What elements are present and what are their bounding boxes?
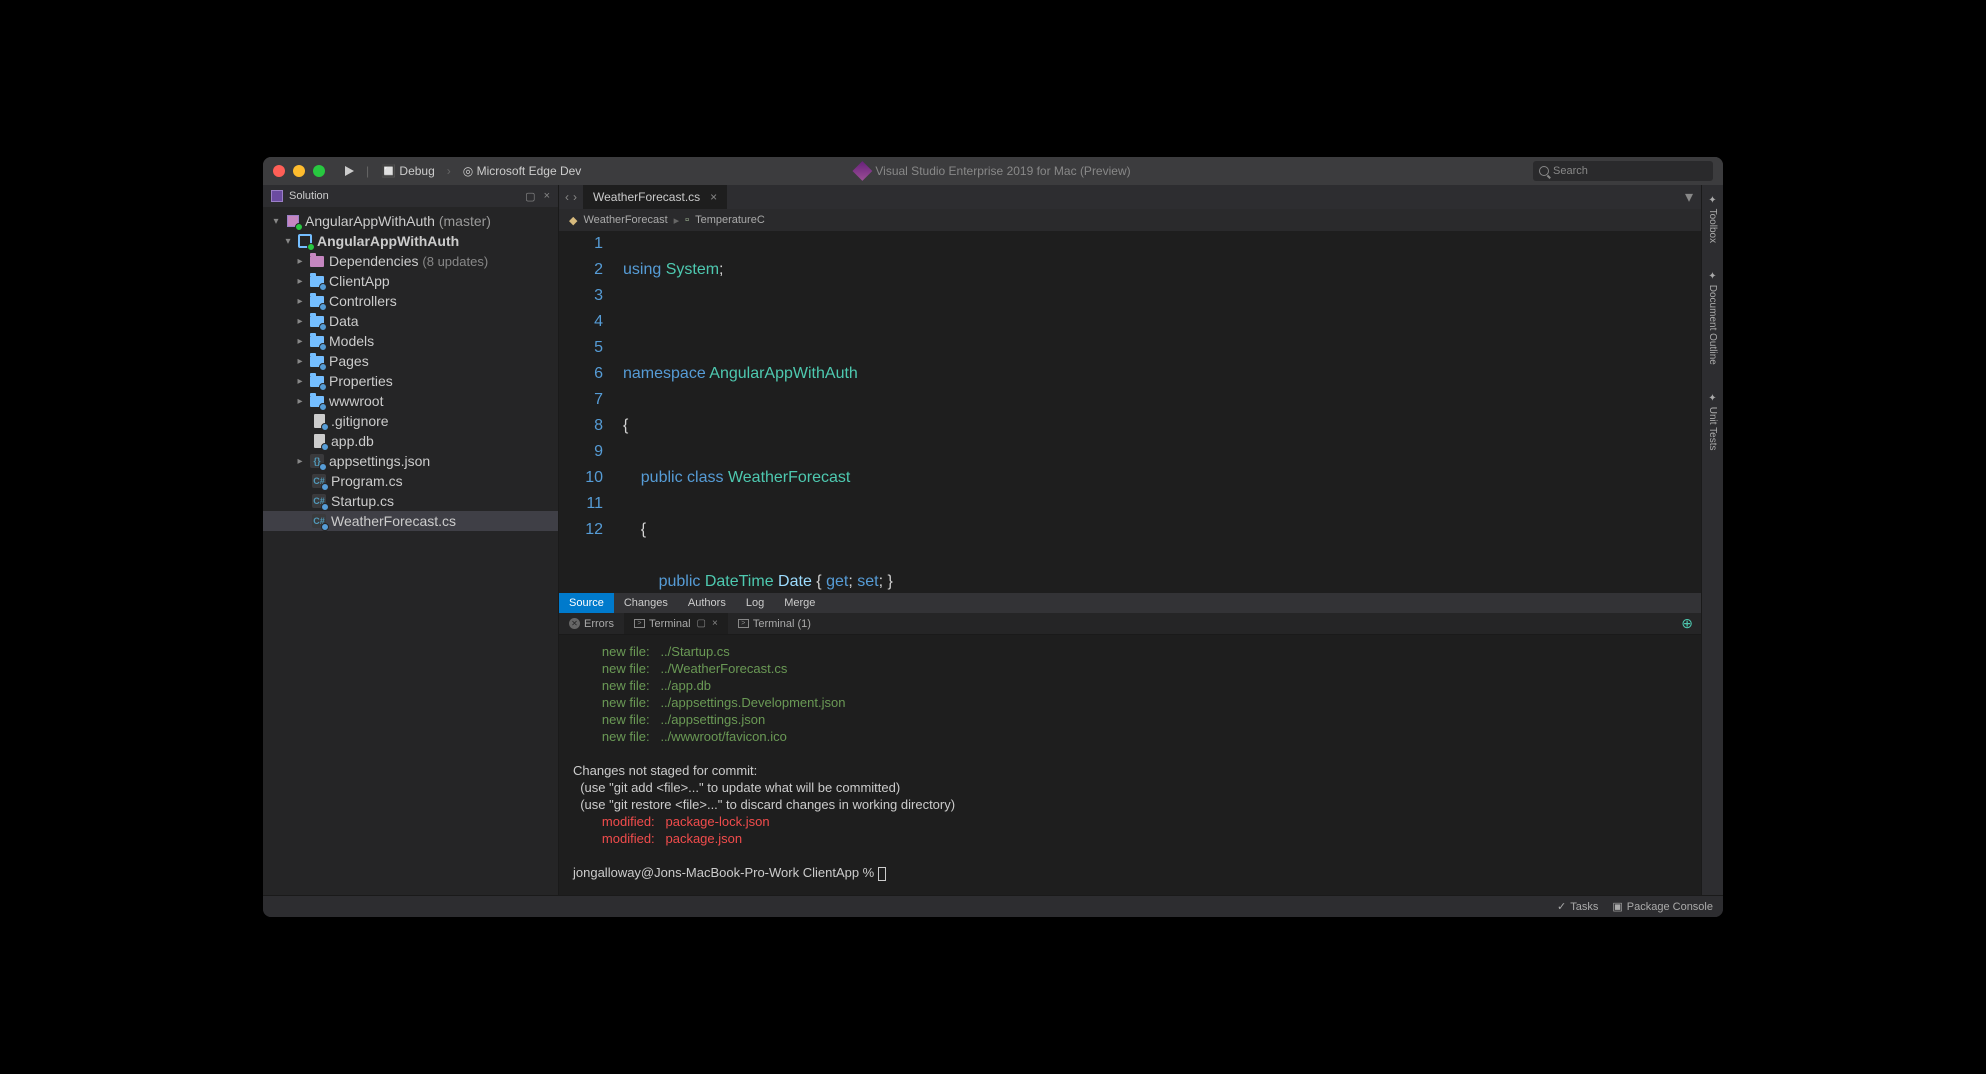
file-gitignore[interactable]: .gitignore	[263, 411, 558, 431]
code-editor[interactable]: 123456789101112 using System; namespace …	[559, 231, 1701, 593]
folder-models[interactable]: ▸Models	[263, 331, 558, 351]
terminal-icon: >	[738, 619, 749, 628]
folder-clientapp[interactable]: ▸ClientApp	[263, 271, 558, 291]
close-window-button[interactable]	[273, 165, 285, 177]
side-tab-unit-tests[interactable]: ✦ Unit Tests	[1705, 389, 1720, 455]
file-appsettings[interactable]: ▸ {} appsettings.json	[263, 451, 558, 471]
solution-tree: ▾ AngularAppWithAuth (master) ▾ AngularA…	[263, 207, 558, 895]
blame-tab-merge[interactable]: Merge	[774, 593, 825, 613]
folder-data[interactable]: ▸Data	[263, 311, 558, 331]
file-appdb[interactable]: app.db	[263, 431, 558, 451]
folder-properties[interactable]: ▸Properties	[263, 371, 558, 391]
dependencies-node[interactable]: ▸ Dependencies (8 updates)	[263, 251, 558, 271]
side-tab-toolbox[interactable]: ✦ Toolbox	[1705, 191, 1720, 247]
file-program[interactable]: C# Program.cs	[263, 471, 558, 491]
folder-pages[interactable]: ▸Pages	[263, 351, 558, 371]
solution-header: Solution ▢ ×	[263, 185, 558, 207]
solution-explorer: Solution ▢ × ▾ AngularAppWithAuth (maste…	[263, 185, 559, 895]
side-tab-document-outline[interactable]: ✦ Document Outline	[1705, 267, 1720, 369]
search-icon	[1539, 166, 1549, 176]
panel-tab-errors[interactable]: ✕ Errors	[559, 613, 624, 634]
window-title: Visual Studio Enterprise 2019 for Mac (P…	[855, 164, 1130, 178]
blame-bar: SourceChangesAuthorsLogMerge	[559, 593, 1701, 613]
project-node[interactable]: ▾ AngularAppWithAuth	[263, 231, 558, 251]
blame-tab-log[interactable]: Log	[736, 593, 774, 613]
editor-tab-weatherforecast[interactable]: WeatherForecast.cs	[583, 185, 728, 209]
right-tool-strip: ✦ Toolbox ✦ Document Outline ✦ Unit Tests	[1701, 185, 1723, 895]
solution-node[interactable]: ▾ AngularAppWithAuth (master)	[263, 211, 558, 231]
line-gutter: 123456789101112	[559, 231, 619, 593]
nav-back-icon[interactable]: ‹	[565, 190, 569, 204]
search-input[interactable]: Search	[1533, 161, 1713, 181]
file-startup[interactable]: C# Startup.cs	[263, 491, 558, 511]
bottom-panel-tabs: ✕ Errors > Terminal ▢ × > Terminal (1) ⊕	[559, 613, 1701, 635]
statusbar: ✓Tasks ▣Package Console	[263, 895, 1723, 917]
solution-icon	[271, 190, 283, 202]
breadcrumb[interactable]: ◆WeatherForecast ▸ ▫TemperatureC	[559, 209, 1701, 231]
panel-dock-icon[interactable]: ▢	[697, 618, 706, 629]
toolbar-controls: | 🔲 Debug › ◎ Microsoft Edge Dev	[345, 164, 581, 178]
window-controls	[273, 165, 325, 177]
editor-tab-strip: ‹ › WeatherForecast.cs ▾	[559, 185, 1701, 209]
add-terminal-button[interactable]: ⊕	[1681, 615, 1693, 632]
run-button[interactable]	[345, 166, 354, 176]
nav-forward-icon[interactable]: ›	[573, 190, 577, 204]
terminal-icon: >	[634, 619, 645, 628]
panel-dock-icon[interactable]: ▢	[525, 190, 535, 203]
terminal-output[interactable]: new file: ../Startup.cs new file: ../Wea…	[559, 635, 1701, 895]
folder-controllers[interactable]: ▸Controllers	[263, 291, 558, 311]
maximize-window-button[interactable]	[313, 165, 325, 177]
blame-tab-source[interactable]: Source	[559, 593, 614, 613]
blame-tab-authors[interactable]: Authors	[678, 593, 736, 613]
panel-tab-terminal-2[interactable]: > Terminal (1)	[728, 613, 821, 634]
tab-overflow-icon[interactable]: ▾	[1685, 187, 1693, 207]
editor-area: ‹ › WeatherForecast.cs ▾ ◆WeatherForecas…	[559, 185, 1701, 895]
panel-close-icon[interactable]: ×	[544, 190, 550, 203]
config-label[interactable]: 🔲 Debug	[381, 164, 435, 178]
panel-tab-terminal[interactable]: > Terminal ▢ ×	[624, 613, 728, 634]
error-icon: ✕	[569, 618, 580, 629]
file-weatherforecast[interactable]: C# WeatherForecast.cs	[263, 511, 558, 531]
folder-wwwroot[interactable]: ▸wwwroot	[263, 391, 558, 411]
titlebar: | 🔲 Debug › ◎ Microsoft Edge Dev Visual …	[263, 157, 1723, 185]
ide-window: | 🔲 Debug › ◎ Microsoft Edge Dev Visual …	[263, 157, 1723, 917]
code-content[interactable]: using System; namespace AngularAppWithAu…	[619, 231, 1701, 593]
status-tasks[interactable]: ✓Tasks	[1557, 900, 1598, 913]
panel-close-icon[interactable]: ×	[712, 618, 718, 629]
minimize-window-button[interactable]	[293, 165, 305, 177]
status-package-console[interactable]: ▣Package Console	[1612, 900, 1713, 913]
target-label[interactable]: ◎ Microsoft Edge Dev	[463, 164, 582, 178]
vs-logo-icon	[852, 161, 872, 181]
blame-tab-changes[interactable]: Changes	[614, 593, 678, 613]
